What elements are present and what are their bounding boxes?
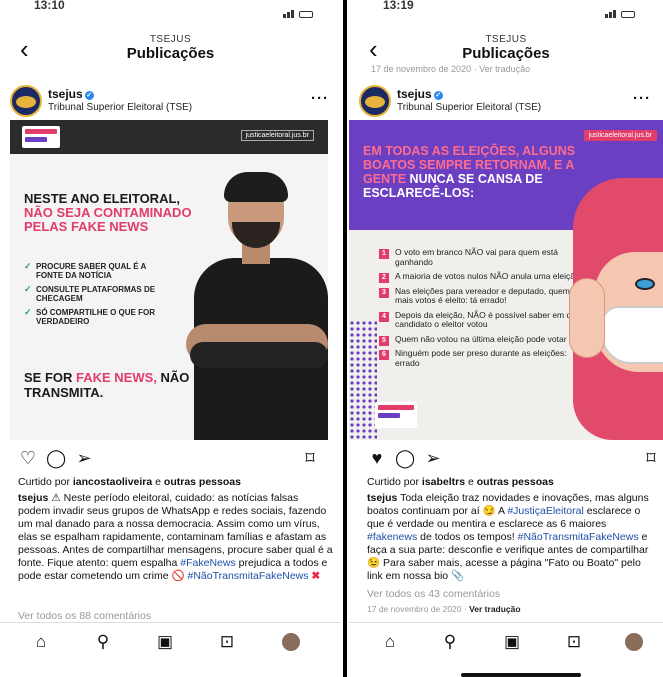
hashtag-link[interactable]: #NãoTransmitaFakeNews	[518, 531, 639, 543]
profile-icon[interactable]	[282, 633, 300, 651]
nav-title: Publicações	[126, 45, 215, 62]
campaign-logo	[22, 126, 60, 148]
image-url: justicaeleitoral.jus.br	[583, 130, 657, 141]
myth-item: 1O voto em branco NÃO vai para quem está…	[379, 247, 589, 267]
home-icon[interactable]: ⌂	[30, 631, 52, 653]
reels-icon[interactable]: ▣	[501, 631, 523, 653]
image-slogan: SE FOR FAKE NEWS, NÃO TRANSMITA.	[24, 370, 190, 400]
previous-post-date: 17 de novembro de 2020 · Ver tradução	[371, 64, 531, 74]
tips-list: PROCURE SABER QUAL É A FONTE DA NOTÍCIA …	[24, 262, 174, 331]
verified-icon: ✓	[433, 91, 443, 100]
search-icon[interactable]: ⚲	[92, 631, 114, 653]
hashtag-link[interactable]: #NãoTransmitaFakeNews	[188, 570, 309, 582]
signal-icon	[283, 4, 321, 18]
caption-username[interactable]: tsejus	[367, 492, 397, 504]
profile-icon[interactable]	[625, 633, 643, 651]
myths-list: 1O voto em branco NÃO vai para quem está…	[379, 247, 589, 373]
caption: tsejus ⚠ Neste período eleitoral, cuidad…	[18, 492, 333, 582]
view-comments-link[interactable]: Ver todos os 88 comentários	[18, 610, 151, 622]
post-header: tsejus ✓ Tribunal Superior Eleitoral (TSE…	[359, 84, 663, 118]
username[interactable]: tsejus ✓	[397, 87, 443, 101]
heart-icon[interactable]: ♥	[367, 448, 387, 468]
hashtag-link[interactable]: #JustiçaEleitoral	[507, 505, 583, 517]
liked-by-user[interactable]: iancostaoliveira	[73, 476, 152, 488]
bookmark-icon[interactable]: ⌑	[300, 448, 320, 468]
cross-mark-icon: ✖	[311, 570, 321, 582]
liked-by-user[interactable]: isabeltrs	[422, 476, 465, 488]
post-image[interactable]: justicaeleitoral.jus.br EM TODAS AS ELEI…	[349, 120, 663, 440]
verified-icon: ✓	[84, 91, 94, 100]
myth-item: 2A maioria de votos nulos NÃO anula uma …	[379, 271, 589, 283]
image-headline: EM TODAS AS ELEIÇÕES, ALGUNS BOATOS SEMP…	[363, 144, 576, 200]
top-nav: ‹ TSEJUS Publicações	[349, 34, 663, 68]
caption: tsejus Toda eleição traz novidades e ino…	[367, 492, 649, 582]
signal-icon	[605, 4, 643, 18]
divider	[343, 0, 347, 677]
hashtag-link[interactable]: #fakenews	[367, 531, 417, 543]
post-image[interactable]: justicaeleitoral.jus.br NESTE ANO ELEITO…	[10, 120, 328, 440]
left-phone: 13:10 ‹ TSEJUS Publicações tsejus ✓ Tribu…	[0, 0, 341, 677]
back-icon[interactable]: ‹	[20, 36, 29, 62]
status-bar: 13:10	[0, 0, 341, 18]
top-nav: ‹ TSEJUS Publicações	[0, 34, 341, 68]
image-headline: NESTE ANO ELEITORAL, NÃO SEJA CONTAMINAD…	[24, 191, 192, 234]
heart-icon[interactable]: ♡	[18, 448, 38, 468]
account-fullname: Tribunal Superior Eleitoral (TSE)	[48, 102, 193, 113]
masked-woman-illustration	[569, 178, 663, 440]
view-comments-link[interactable]: Ver todos os 43 comentários	[367, 588, 500, 600]
dot-pattern	[349, 320, 377, 440]
liked-by-others[interactable]: outras pessoas	[477, 476, 554, 488]
home-icon[interactable]: ⌂	[379, 631, 401, 653]
shop-icon[interactable]: ⊡	[216, 631, 238, 653]
likes-line: Curtido por isabeltrs e outras pessoas	[367, 476, 554, 488]
reels-icon[interactable]: ▣	[154, 631, 176, 653]
campaign-logo	[375, 402, 417, 428]
bottom-tab-bar: ⌂ ⚲ ▣ ⊡	[349, 622, 663, 662]
back-icon[interactable]: ‹	[369, 36, 378, 62]
status-bar: 13:19	[349, 0, 663, 18]
comment-icon[interactable]: ◯	[46, 448, 66, 468]
comment-icon[interactable]: ◯	[395, 448, 415, 468]
spokesperson-photo	[180, 164, 328, 440]
myth-item: 3 Nas eleições para vereador e deputado, …	[379, 286, 589, 306]
action-bar: ♥ ◯ ➢ ⌑	[349, 448, 663, 470]
post-header: tsejus ✓ Tribunal Superior Eleitoral (TSE…	[10, 84, 341, 118]
more-icon[interactable]: ···	[311, 90, 329, 107]
screenshot: 13:10 ‹ TSEJUS Publicações tsejus ✓ Tribu…	[0, 0, 663, 677]
liked-by-others[interactable]: outras pessoas	[164, 476, 241, 488]
status-time: 13:19	[383, 0, 414, 12]
prohibited-icon: 🚫	[171, 570, 185, 582]
image-url: justicaeleitoral.jus.br	[240, 130, 314, 141]
avatar[interactable]	[10, 85, 42, 117]
search-icon[interactable]: ⚲	[439, 631, 461, 653]
caption-username[interactable]: tsejus	[18, 492, 48, 504]
action-bar: ♡ ◯ ➢ ⌑	[0, 448, 341, 470]
username[interactable]: tsejus ✓	[48, 87, 94, 101]
tip-item: SÓ COMPARTILHE O QUE FOR VERDADEIRO	[24, 308, 174, 326]
bookmark-icon[interactable]: ⌑	[641, 448, 661, 468]
home-indicator[interactable]	[461, 673, 581, 677]
myth-item: 5 Quem não votou na última eleição pode v…	[379, 334, 589, 346]
nav-subtitle: TSEJUS	[485, 34, 527, 45]
tip-item: PROCURE SABER QUAL É A FONTE DA NOTÍCIA	[24, 262, 174, 280]
status-time: 13:10	[34, 0, 65, 12]
right-phone: 13:19 ‹ TSEJUS Publicações 17 de novembr…	[349, 0, 663, 677]
share-icon[interactable]: ➢	[74, 448, 94, 468]
translate-link[interactable]: Ver tradução	[469, 604, 521, 614]
myth-item: 4 Depois da eleição, NÃO é possível saber…	[379, 310, 589, 330]
post-date: 17 de novembro de 2020 · Ver tradução	[367, 604, 521, 614]
nav-subtitle: TSEJUS	[149, 34, 192, 45]
myth-item: 6 Ninguém pode ser preso durante as eleiç…	[379, 348, 589, 368]
tip-item: CONSULTE PLATAFORMAS DE CHECAGEM	[24, 285, 174, 303]
more-icon[interactable]: ···	[633, 90, 651, 107]
avatar[interactable]	[359, 85, 391, 117]
likes-line: Curtido por iancostaoliveira e outras pe…	[18, 476, 241, 488]
bottom-tab-bar: ⌂ ⚲ ▣ ⊡	[0, 622, 341, 662]
account-fullname: Tribunal Superior Eleitoral (TSE)	[397, 102, 542, 113]
share-icon[interactable]: ➢	[423, 448, 443, 468]
shop-icon[interactable]: ⊡	[563, 631, 585, 653]
hashtag-link[interactable]: #FakeNews	[180, 557, 235, 569]
nav-title: Publicações	[462, 45, 550, 62]
